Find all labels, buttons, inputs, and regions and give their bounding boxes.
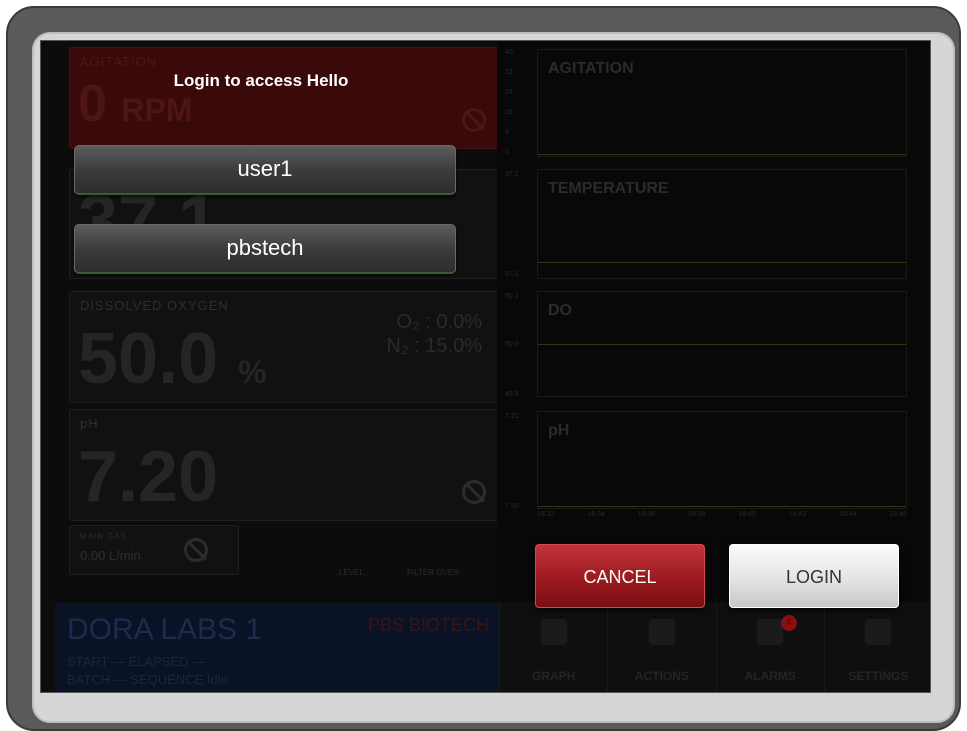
nav-actions[interactable]: ACTIONS: [607, 603, 715, 692]
temperature-graph-label: TEMPERATURE: [548, 180, 669, 197]
run-info-line2: BATCH — SEQUENCE Idle: [67, 672, 228, 687]
unit-info: DORA LABS 1 PBS BIOTECH START — ELAPSED …: [55, 603, 503, 692]
alarm-count-badge: 4: [780, 615, 797, 631]
agitation-title: AGITATION: [80, 54, 158, 69]
agitation-tile: AGITATION 0 RPM: [69, 47, 501, 149]
y-tick: 16: [505, 109, 513, 116]
login-title: Login to access Hello: [173, 71, 349, 90]
ph-title: pH: [80, 416, 99, 431]
ph-value: 7.20: [78, 437, 219, 517]
nav-graph[interactable]: GRAPH: [499, 603, 607, 692]
user-button-pbstech[interactable]: pbstech: [74, 224, 456, 274]
settings-icon: [865, 619, 892, 645]
agitation-number: 0: [78, 75, 107, 133]
nav-graph-label: GRAPH: [531, 669, 576, 683]
bell-icon: [757, 619, 784, 645]
nav-alarms[interactable]: 4 ALARMS: [715, 603, 824, 692]
agitation-graph: AGITATION: [537, 49, 907, 157]
x-tick: 18:40: [738, 511, 756, 518]
y-tick: 50.0: [505, 341, 519, 348]
temperature-graph: TEMPERATURE: [537, 169, 907, 279]
user-button-user1[interactable]: user1: [74, 145, 456, 195]
y-tick: 37.2: [505, 171, 519, 178]
brand-logo: PBS BIOTECH: [367, 615, 489, 635]
do-graph: DO: [537, 291, 907, 397]
do-title: DISSOLVED OXYGEN: [80, 298, 229, 313]
ph-tile: pH 7.20: [69, 409, 501, 521]
gas-mix: O₂ : 0.0% N₂ : 15.0%: [386, 310, 482, 358]
do-graph-label: DO: [548, 302, 572, 319]
y-tick: 32: [505, 69, 513, 76]
y-tick: 7.21: [505, 413, 519, 420]
temperature-trace: [538, 262, 906, 263]
run-info-line1: START — ELAPSED —: [67, 654, 205, 669]
x-tick: 18:46: [889, 511, 907, 518]
y-tick: 50.1: [505, 293, 519, 300]
y-tick: 37.1: [505, 271, 519, 278]
screen: AGITATION 0 RPM 37.1 DISSOLVED OXYGEN 50…: [40, 40, 931, 693]
gear-icon: [648, 619, 675, 645]
do-number: 50.0: [78, 319, 219, 399]
x-tick: 18:38: [688, 511, 706, 518]
x-axis: 18:32 18:34 18:36 18:38 18:40 18:42 18:4…: [537, 511, 907, 518]
login-button[interactable]: LOGIN: [729, 544, 899, 608]
filter-oven-label: FILTER OVEN: [407, 568, 459, 577]
disabled-icon: [462, 108, 486, 132]
agitation-graph-label: AGITATION: [548, 60, 634, 77]
disabled-icon: [462, 480, 486, 504]
y-tick: 7.20: [505, 503, 519, 510]
nav-alarms-label: ALARMS: [744, 669, 796, 683]
n2-readout: N₂ : 15.0%: [386, 335, 482, 357]
main-gas-value: 0.00 L/min: [80, 548, 141, 563]
do-value: 50.0 %: [78, 318, 267, 400]
y-tick: 8: [505, 129, 509, 136]
do-unit: %: [238, 354, 267, 390]
do-trace: [538, 344, 906, 345]
graph-panel: AGITATION TEMPERATURE DO pH 40 32 24 16 …: [497, 41, 930, 601]
x-tick: 18:34: [587, 511, 605, 518]
o2-readout: O₂ : 0.0%: [396, 311, 482, 333]
main-gas-title: MAIN GAS: [80, 532, 128, 541]
ph-graph: pH: [537, 411, 907, 509]
nav-actions-label: ACTIONS: [634, 669, 689, 683]
y-tick: 49.9: [505, 391, 519, 398]
do-tile: DISSOLVED OXYGEN 50.0 % O₂ : 0.0% N₂ : 1…: [69, 291, 501, 403]
nav-settings-label: SETTINGS: [848, 669, 909, 683]
y-tick: 24: [505, 89, 513, 96]
bottom-nav: GRAPH ACTIONS 4 ALARMS SETTINGS: [499, 603, 930, 692]
x-tick: 18:42: [788, 511, 807, 518]
main-gas-tile: MAIN GAS 0.00 L/min: [69, 525, 239, 575]
y-tick: 0: [505, 149, 509, 156]
unit-name: DORA LABS 1: [67, 613, 263, 646]
x-tick: 18:44: [839, 511, 857, 518]
x-tick: 18:36: [637, 511, 656, 518]
y-tick: 40: [505, 49, 513, 56]
agitation-unit: RPM: [121, 92, 193, 128]
level-label: LEVEL: [339, 568, 364, 577]
agitation-trace: [538, 154, 906, 155]
run-info: START — ELAPSED — BATCH — SEQUENCE Idle: [67, 653, 228, 689]
cancel-button[interactable]: CANCEL: [535, 544, 705, 608]
x-tick: 18:32: [537, 511, 555, 518]
disabled-icon: [184, 538, 208, 562]
ph-trace: [538, 506, 906, 507]
nav-settings[interactable]: SETTINGS: [823, 603, 930, 692]
ph-graph-label: pH: [548, 422, 570, 439]
graph-icon: [540, 619, 567, 645]
